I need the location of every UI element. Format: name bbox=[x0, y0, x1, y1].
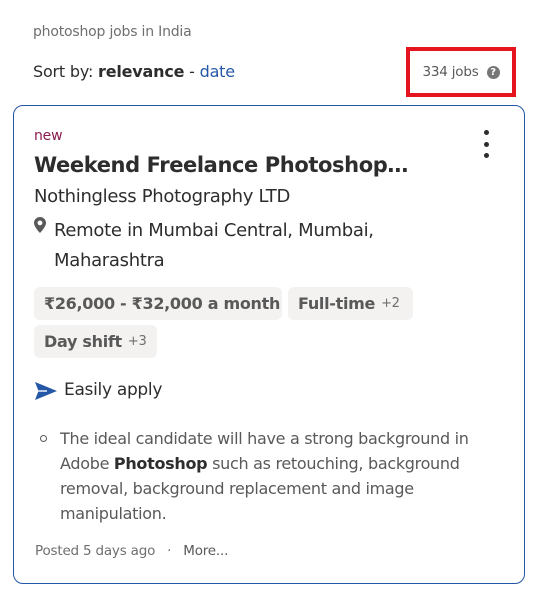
sort-by-date-link[interactable]: date bbox=[200, 62, 235, 81]
search-caption: photoshop jobs in India bbox=[33, 24, 192, 40]
sort-relevance: relevance bbox=[98, 62, 185, 81]
location-pin-icon bbox=[34, 217, 46, 233]
shift-more-count: +3 bbox=[127, 334, 147, 349]
new-badge: new bbox=[34, 128, 63, 144]
sort-prefix: Sort by: bbox=[33, 62, 94, 81]
job-snippet: The ideal candidate will have a strong b… bbox=[40, 426, 500, 526]
job-type-text: Full-time bbox=[298, 294, 376, 313]
card-footer: Posted 5 days ago · More... bbox=[35, 543, 228, 559]
location-line: Maharashtra bbox=[54, 250, 165, 271]
job-count: 334 jobs bbox=[422, 64, 479, 80]
kebab-dot bbox=[483, 153, 489, 158]
shift-text: Day shift bbox=[44, 332, 122, 351]
job-type-tag[interactable]: Full-time +2 bbox=[288, 287, 413, 320]
kebab-dot bbox=[483, 130, 489, 135]
kebab-menu-icon[interactable] bbox=[478, 130, 494, 158]
shift-tag[interactable]: Day shift +3 bbox=[34, 325, 157, 358]
kebab-dot bbox=[483, 141, 489, 147]
more-link[interactable]: More... bbox=[183, 543, 228, 559]
sort-bar: Sort by: relevance - date bbox=[33, 62, 235, 81]
location-line: Remote in Mumbai Central, Mumbai, bbox=[54, 220, 374, 241]
footer-separator: · bbox=[167, 543, 172, 559]
job-count-box: 334 jobs ? bbox=[406, 47, 516, 97]
snippet-text: The ideal candidate will have a strong b… bbox=[60, 426, 500, 526]
help-icon[interactable]: ? bbox=[486, 65, 500, 79]
job-location: Remote in Mumbai Central, Mumbai, Mahara… bbox=[54, 216, 414, 276]
salary-tag: ₹26,000 - ₹32,000 a month bbox=[34, 287, 282, 320]
company-name[interactable]: Nothingless Photography LTD bbox=[34, 186, 290, 207]
send-arrow-icon bbox=[35, 382, 57, 400]
job-type-more-count: +2 bbox=[381, 296, 400, 311]
posted-date: Posted 5 days ago bbox=[35, 543, 156, 559]
snippet-highlight: Photoshop bbox=[113, 454, 208, 473]
bullet-icon bbox=[40, 435, 47, 442]
job-title[interactable]: Weekend Freelance Photoshop… bbox=[34, 153, 434, 177]
job-card[interactable]: new Weekend Freelance Photoshop… Nothing… bbox=[13, 105, 525, 584]
sort-separator: - bbox=[189, 62, 195, 81]
easily-apply-label: Easily apply bbox=[64, 380, 163, 400]
salary-text: ₹26,000 - ₹32,000 a month bbox=[44, 294, 281, 313]
